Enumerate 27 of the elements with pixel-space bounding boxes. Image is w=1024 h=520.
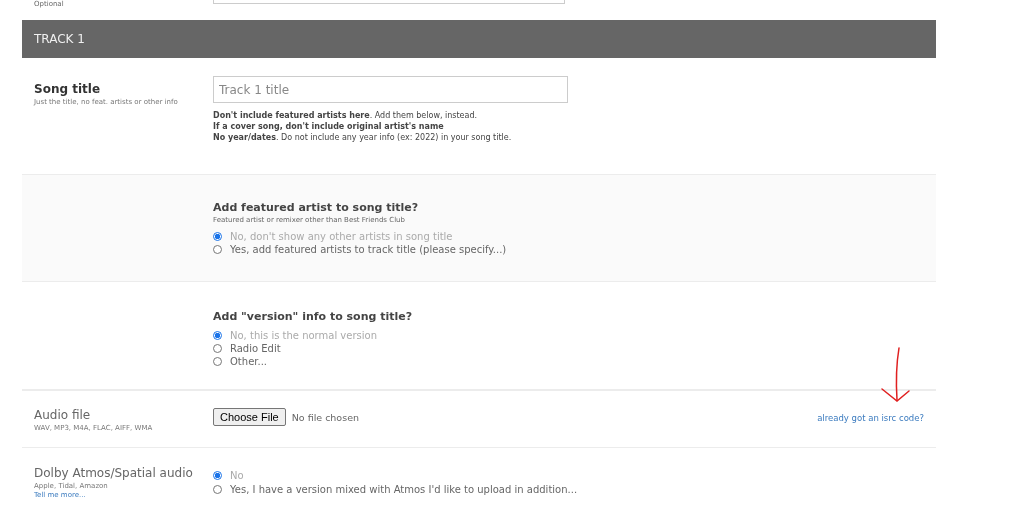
isrc-link[interactable]: already got an isrc code?	[817, 413, 924, 423]
option-label: Radio Edit	[230, 343, 281, 354]
field-label: Song title	[34, 82, 102, 96]
option-label: No	[230, 470, 244, 481]
hint-text: Don't include featured artists here. Add them below, instead.	[213, 111, 479, 120]
radio-button[interactable]	[213, 485, 222, 494]
field-label: Audio file	[34, 408, 92, 422]
option-label: No, don't show any other artists in song title	[230, 231, 453, 242]
track-header-title: TRACK 1	[34, 32, 85, 46]
file-status: No file chosen	[291, 412, 359, 423]
option-label: Yes, add featured artists to track title (please specify...)	[230, 244, 507, 255]
option-label: Yes, I have a version mixed with Atmos I'd like to upload in addition...	[230, 484, 578, 495]
question-text: Add featured artist to song title?	[213, 201, 420, 214]
radio-button[interactable]	[213, 232, 222, 241]
radio-button[interactable]	[213, 357, 222, 366]
option-label: Other...	[230, 356, 267, 367]
hint-text: No year/dates. Do not include any year info (ex: 2022) in your song title.	[213, 133, 513, 142]
option-label: No, this is the normal version	[230, 330, 377, 341]
choose-file-button[interactable]: Choose File	[213, 408, 286, 426]
hint-text: If a cover song, don't include original artist's name	[213, 122, 445, 131]
radio-button[interactable]	[213, 331, 222, 340]
radio-button[interactable]	[213, 344, 222, 353]
question-text: Add "version" info to song title?	[213, 310, 414, 323]
radio-button[interactable]	[213, 245, 222, 254]
input-field[interactable]: Track 1 title	[213, 76, 568, 103]
radio-button[interactable]	[213, 471, 222, 480]
field-label: Dolby Atmos/Spatial audio	[34, 466, 194, 480]
